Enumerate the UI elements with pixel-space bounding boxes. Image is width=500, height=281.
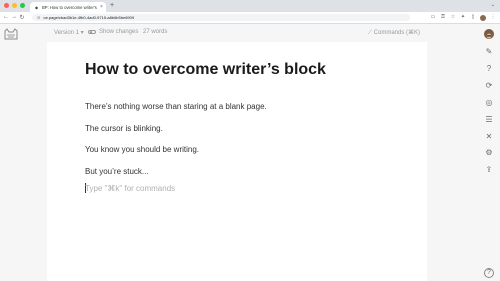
word-count: 27 words — [143, 29, 168, 35]
tab-close-icon[interactable]: × — [100, 4, 103, 10]
window-controls — [4, 3, 25, 8]
commands-button[interactable]: ⟋ Commands (⌘K) — [368, 29, 420, 37]
maximize-window-button[interactable] — [20, 3, 25, 8]
magic-wand-icon: ⟋ — [367, 30, 372, 36]
command-placeholder[interactable]: Type "⌘k" for commands — [85, 184, 175, 193]
minimize-window-button[interactable] — [12, 3, 17, 8]
version-selector[interactable]: Version 1 ▾ — [54, 29, 84, 36]
document-title[interactable]: How to overcome writer’s block — [85, 61, 326, 79]
browser-window: ◆ BP: How to overcome writer's bl... × +… — [0, 0, 500, 281]
forward-icon[interactable]: → — [10, 14, 18, 21]
extensions-icon[interactable]: ✦ — [460, 14, 466, 21]
side-panel-icon[interactable]: ▯ — [470, 14, 476, 21]
close-window-button[interactable] — [4, 3, 9, 8]
left-rail — [0, 24, 22, 281]
paragraph[interactable]: There’s nothing worse than staring at a … — [85, 102, 267, 111]
more-menu-icon[interactable]: ⋮ — [490, 14, 496, 21]
nav-buttons: ← → ↻ — [2, 14, 26, 21]
reload-icon[interactable]: ↻ — [18, 14, 26, 21]
list-icon[interactable]: ☰ — [484, 115, 494, 125]
address-bar[interactable]: ⊙ oe.page/cbad3b1e-4fb0-4ad0-9715-a8b6b5… — [32, 14, 410, 21]
show-changes-label: Show changes — [99, 29, 139, 35]
paragraph[interactable]: You know you should be writing. — [85, 145, 199, 154]
profile-avatar[interactable] — [480, 14, 486, 21]
show-changes-toggle[interactable]: Show changes — [88, 29, 138, 35]
commands-label: Commands (⌘K) — [373, 30, 420, 36]
user-avatar[interactable] — [484, 29, 494, 39]
toolbar-actions: ▭ ⚿ ☆ ✦ ▯ ⋮ — [430, 14, 496, 21]
url-text[interactable]: oe.page/cbad3b1e-4fb0-4ad0-9715-a8b6b5be… — [43, 15, 134, 20]
paragraph[interactable]: The cursor is blinking. — [85, 124, 163, 133]
back-icon[interactable]: ← — [2, 14, 10, 21]
refresh-circle-icon[interactable]: ⟳ — [484, 81, 494, 91]
help-icon[interactable]: ? — [484, 268, 494, 278]
site-info-icon[interactable]: ⊙ — [37, 15, 40, 20]
right-rail: ✎ ? ⟳ ◎ ☰ ✕ ⚙ ⇪ ? — [478, 24, 500, 281]
pen-edit-icon[interactable]: ✎ — [484, 47, 494, 57]
browser-tab-active[interactable]: ◆ BP: How to overcome writer's bl... × — [30, 2, 106, 12]
question-icon[interactable]: ? — [484, 64, 494, 74]
app-area: Version 1 ▾ Show changes 27 words ⟋ Comm… — [0, 24, 500, 281]
cat-logo-icon[interactable] — [4, 28, 18, 40]
browser-toolbar: ← → ↻ ⊙ oe.page/cbad3b1e-4fb0-4ad0-9715-… — [0, 12, 500, 24]
tools-icon[interactable]: ✕ — [484, 132, 494, 142]
bookmark-star-icon[interactable]: ☆ — [450, 14, 456, 21]
gear-icon[interactable]: ⚙ — [484, 148, 494, 158]
document-topbar: Version 1 ▾ Show changes 27 words ⟋ Comm… — [47, 24, 427, 42]
paragraph[interactable]: But you’re stuck... — [85, 167, 149, 176]
compass-icon[interactable]: ◎ — [484, 98, 494, 108]
password-key-icon[interactable]: ⚿ — [440, 14, 446, 21]
cast-icon[interactable]: ▭ — [430, 14, 436, 21]
document-page[interactable]: How to overcome writer’s block There’s n… — [47, 42, 427, 281]
toggle-icon — [88, 30, 96, 34]
favicon-icon: ◆ — [34, 4, 39, 10]
new-tab-button[interactable]: + — [110, 2, 114, 9]
tab-title: BP: How to overcome writer's bl... — [42, 4, 98, 10]
share-icon[interactable]: ⇪ — [484, 165, 494, 175]
tab-search-button[interactable]: ⌄ — [491, 2, 495, 8]
tab-strip: ◆ BP: How to overcome writer's bl... × +… — [0, 0, 500, 12]
